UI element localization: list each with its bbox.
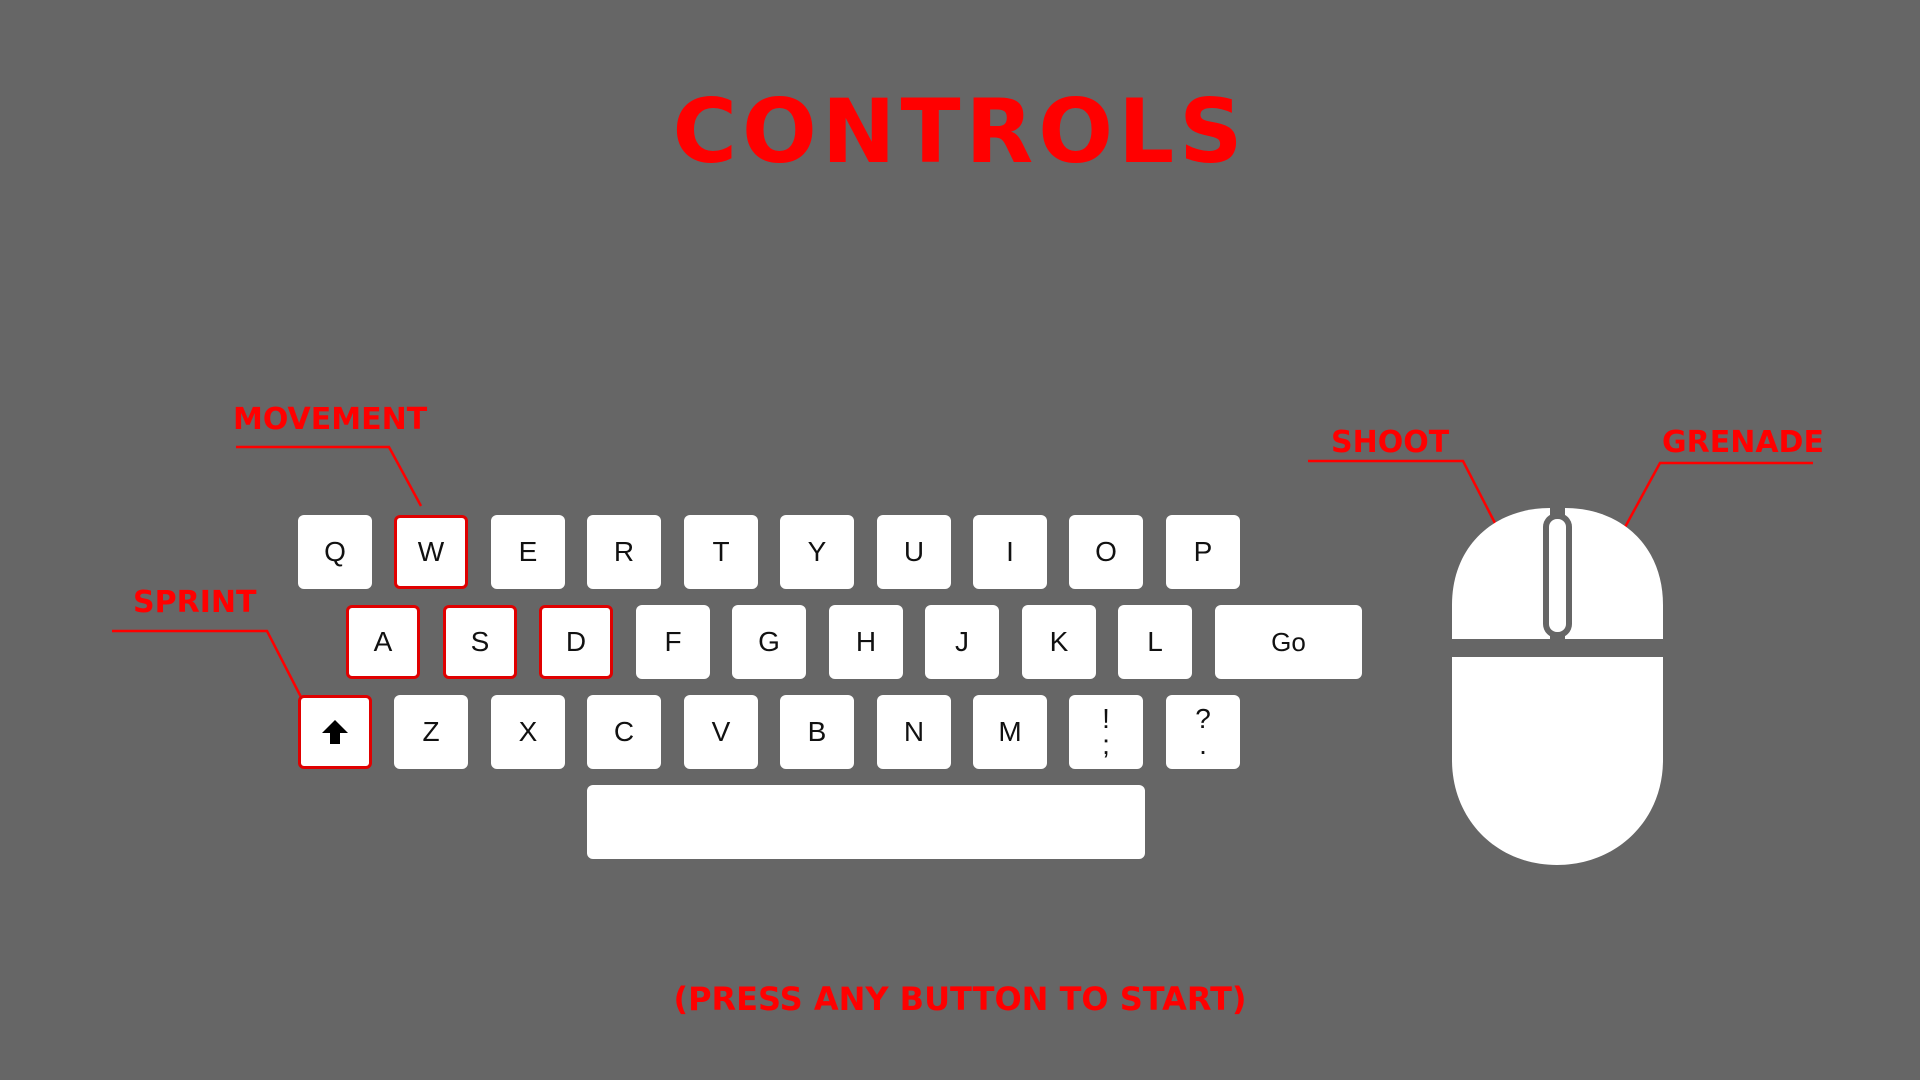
key-k[interactable]: K bbox=[1022, 605, 1096, 679]
key-j[interactable]: J bbox=[925, 605, 999, 679]
mouse-right-button bbox=[1565, 508, 1663, 639]
key-n[interactable]: N bbox=[877, 695, 951, 769]
key-u[interactable]: U bbox=[877, 515, 951, 589]
key-p[interactable]: P bbox=[1166, 515, 1240, 589]
key-shift[interactable] bbox=[298, 695, 372, 769]
key-h[interactable]: H bbox=[829, 605, 903, 679]
key-i[interactable]: I bbox=[973, 515, 1047, 589]
grenade-label: GRENADE bbox=[1662, 425, 1824, 460]
key-g[interactable]: G bbox=[732, 605, 806, 679]
shift-arrow-icon bbox=[322, 720, 348, 744]
key-f[interactable]: F bbox=[636, 605, 710, 679]
key-s[interactable]: S bbox=[443, 605, 517, 679]
key-y[interactable]: Y bbox=[780, 515, 854, 589]
key-a[interactable]: A bbox=[346, 605, 420, 679]
key-question-period[interactable]: ? . bbox=[1166, 695, 1240, 769]
key-x[interactable]: X bbox=[491, 695, 565, 769]
key-w[interactable]: W bbox=[394, 515, 468, 589]
sprint-label: SPRINT bbox=[133, 585, 257, 620]
movement-label: MOVEMENT bbox=[233, 402, 428, 437]
key-c[interactable]: C bbox=[587, 695, 661, 769]
key-o[interactable]: O bbox=[1069, 515, 1143, 589]
mouse-body bbox=[1452, 657, 1663, 865]
key-period-bottom: . bbox=[1199, 729, 1207, 760]
key-z[interactable]: Z bbox=[394, 695, 468, 769]
key-b[interactable]: B bbox=[780, 695, 854, 769]
key-q[interactable]: Q bbox=[298, 515, 372, 589]
key-go[interactable]: Go bbox=[1215, 605, 1362, 679]
mouse-left-button bbox=[1452, 508, 1550, 639]
key-v[interactable]: V bbox=[684, 695, 758, 769]
key-space[interactable] bbox=[587, 785, 1145, 859]
movement-callout-line bbox=[236, 445, 423, 507]
sprint-callout-line bbox=[112, 629, 304, 700]
key-r[interactable]: R bbox=[587, 515, 661, 589]
key-l[interactable]: L bbox=[1118, 605, 1192, 679]
start-prompt: (PRESS ANY BUTTON TO START) bbox=[673, 980, 1247, 1018]
key-semicolon-bottom: ; bbox=[1102, 729, 1110, 760]
mouse-icon[interactable] bbox=[1450, 505, 1665, 865]
key-d[interactable]: D bbox=[539, 605, 613, 679]
key-m[interactable]: M bbox=[973, 695, 1047, 769]
shoot-label: SHOOT bbox=[1331, 425, 1450, 460]
mouse-wheel-inner bbox=[1549, 519, 1566, 632]
key-e[interactable]: E bbox=[491, 515, 565, 589]
key-exclam-semicolon[interactable]: ! ; bbox=[1069, 695, 1143, 769]
key-t[interactable]: T bbox=[684, 515, 758, 589]
